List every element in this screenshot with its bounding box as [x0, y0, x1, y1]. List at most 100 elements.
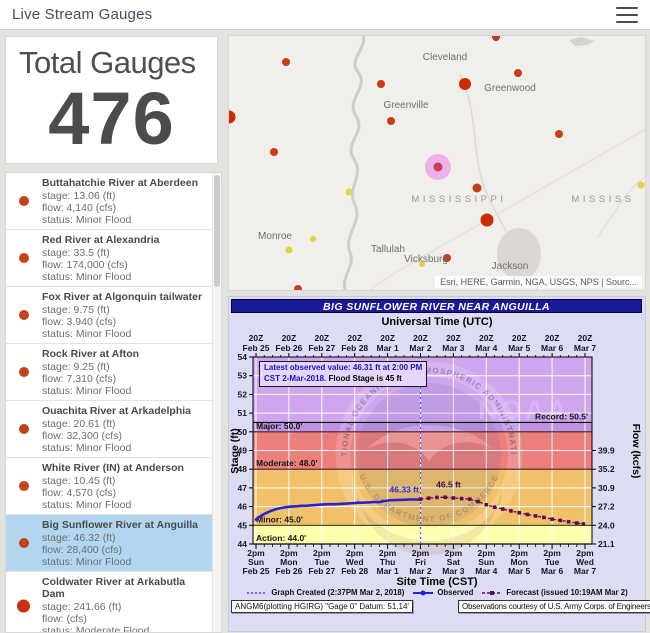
forecast-marker	[582, 522, 586, 526]
stage-tick-label: 45	[238, 520, 248, 530]
map-gauge-marker[interactable]	[270, 148, 278, 156]
map-selected-marker[interactable]	[434, 163, 443, 172]
map-city-label: Vicksburg	[404, 254, 448, 265]
gauge-detail-line: status: Minor Flood	[42, 328, 207, 340]
gauge-list-item[interactable]: Rock River at Aftonstage: 9.25 (ft)flow:…	[6, 344, 221, 401]
forecast-marker	[476, 500, 480, 504]
map-gauge-marker[interactable]	[229, 111, 236, 124]
menu-button[interactable]	[616, 5, 638, 25]
map-gauge-marker[interactable]	[310, 236, 316, 242]
observed-line-icon	[412, 589, 434, 597]
gauge-status-dot	[19, 196, 29, 206]
gauge-list-item[interactable]: Fox River at Algonquin tailwaterstage: 9…	[6, 287, 221, 344]
gauge-detail-line: status: Minor Flood	[42, 442, 207, 454]
stage-tick-label: 47	[238, 483, 248, 493]
gauge-list-item[interactable]: Ouachita River at Arkadelphiastage: 20.6…	[6, 401, 221, 458]
gauge-detail-line: status: Minor Flood	[42, 385, 207, 397]
flood-line-label: Major: 50.0'	[256, 421, 302, 431]
axis-tick-label: 20Z	[347, 333, 362, 343]
scrollbar-thumb[interactable]	[214, 175, 220, 287]
gauge-detail-line: stage: 9.75 (ft)	[42, 304, 207, 316]
map-gauge-marker[interactable]	[282, 58, 290, 66]
axis-tick-label: Mar 2	[409, 343, 431, 353]
gauge-name: White River (IN) at Anderson	[42, 462, 207, 474]
axis-tick-label: 20Z	[578, 333, 593, 343]
hamburger-icon	[616, 7, 638, 9]
gauge-list-item[interactable]: Buttahatchie River at Aberdeenstage: 13.…	[6, 173, 221, 230]
map-gauge-marker[interactable]	[387, 117, 395, 125]
map-gauge-marker[interactable]	[481, 214, 494, 227]
axis-tick-label: Mar 2	[409, 566, 431, 576]
axis-tick-label: 20Z	[314, 333, 329, 343]
stage-tick-label: 54	[238, 352, 248, 362]
stage-tick-label: 52	[238, 389, 248, 399]
forecast-marker	[501, 507, 505, 511]
data-point-label: 46.33 ft	[390, 485, 419, 495]
map-gauge-marker[interactable]	[459, 78, 471, 90]
gauge-detail-line: stage: 9.25 (ft)	[42, 361, 207, 373]
gauge-list-item[interactable]: Red River at Alexandriastage: 33.5 (ft)f…	[6, 230, 221, 287]
map-gauge-marker[interactable]	[286, 247, 293, 254]
gauge-detail-line: status: Minor Flood	[42, 271, 207, 283]
forecast-marker	[485, 503, 489, 507]
gauge-list-item[interactable]: Big Sunflower River at Anguillastage: 46…	[6, 515, 221, 572]
app-title: Live Stream Gauges	[12, 6, 152, 23]
map-road	[487, 129, 645, 220]
gauge-list-item[interactable]: Coldwater River at Arkabutla Damstage: 2…	[6, 572, 221, 633]
gauge-status-dot	[19, 253, 29, 263]
map-gauge-marker[interactable]	[555, 130, 563, 138]
axis-tick-label: Mar 4	[475, 566, 497, 576]
axis-tick-label: Feb 25	[243, 566, 270, 576]
stage-tick-label: 51	[238, 408, 248, 418]
flow-tick-label: 24.0	[598, 520, 615, 530]
total-gauges-label: Total Gauges	[6, 37, 217, 81]
map-gauge-marker[interactable]	[638, 182, 645, 189]
stage-tick-label: 53	[238, 371, 248, 381]
total-gauges-value: 476	[6, 81, 217, 156]
axis-tick-label: Feb 26	[275, 566, 302, 576]
gauge-list-item[interactable]: White River (IN) at Andersonstage: 10.45…	[6, 458, 221, 515]
chart-legend: Graph Created (2:37PM Mar 2, 2018) Obser…	[229, 588, 645, 597]
stage-axis-title: Stage (ft)	[229, 428, 241, 474]
axis-tick-label: Mar 1	[376, 566, 398, 576]
forecast-marker	[534, 514, 538, 518]
forecast-marker	[493, 505, 497, 509]
map-gauge-marker[interactable]	[346, 189, 353, 196]
map-city-label: Tallulah	[371, 244, 405, 255]
observations-credit-box: Observations courtesy of U.S. Army Corps…	[458, 600, 650, 613]
map-gauge-marker[interactable]	[377, 80, 385, 88]
gauge-detail-line: flow: 4,570 (cfs)	[42, 487, 207, 499]
hydrograph-panel: BIG SUNFLOWER RIVER NEAR ANGUILLA Univer…	[228, 296, 646, 632]
gauge-name: Buttahatchie River at Aberdeen	[42, 177, 207, 189]
flow-tick-label: 30.9	[598, 483, 615, 493]
list-scrollbar[interactable]	[212, 173, 221, 632]
axis-tick-label: Mar 5	[508, 343, 530, 353]
map-attribution: Esri, HERE, Garmin, NGA, USGS, NPS | Sou…	[435, 276, 642, 288]
map-canvas[interactable]: ClevelandGreenvilleGreenwoodMonroeTallul…	[229, 36, 645, 290]
map-city-label: Cleveland	[423, 52, 467, 63]
forecast-marker	[468, 497, 472, 501]
flow-tick-label: 35.2	[598, 464, 615, 474]
forecast-marker	[460, 497, 464, 501]
map-state-label: MISSISSIPPI	[412, 194, 507, 205]
gauge-detail-line: stage: 10.45 (ft)	[42, 475, 207, 487]
gauge-detail-line: stage: 20.61 (ft)	[42, 418, 207, 430]
hamburger-icon	[616, 21, 638, 23]
map-gauge-marker[interactable]	[473, 184, 482, 193]
axis-tick-label: 20Z	[512, 333, 527, 343]
legend-item-forecast: Forecast (issued 10:19AM Mar 2)	[481, 588, 627, 597]
gauge-detail-line: flow: 3,940 (cfs)	[42, 316, 207, 328]
stage-tick-label: 46	[238, 502, 248, 512]
map-panel: ClevelandGreenvilleGreenwoodMonroeTallul…	[228, 35, 646, 291]
forecast-line-icon	[481, 589, 503, 597]
axis-tick-label: 20Z	[380, 333, 395, 343]
flow-tick-label: 21.1	[598, 539, 615, 549]
gauge-detail-line: flow: 32,300 (cfs)	[42, 430, 207, 442]
map-gauge-marker[interactable]	[294, 285, 302, 290]
map-gauge-marker[interactable]	[514, 69, 522, 77]
map-gauge-marker[interactable]	[492, 36, 500, 41]
forecast-marker	[509, 509, 513, 513]
axis-tick-label: Mar 5	[508, 566, 530, 576]
map-city-label: Greenwood	[484, 83, 536, 94]
forecast-marker	[542, 516, 546, 520]
